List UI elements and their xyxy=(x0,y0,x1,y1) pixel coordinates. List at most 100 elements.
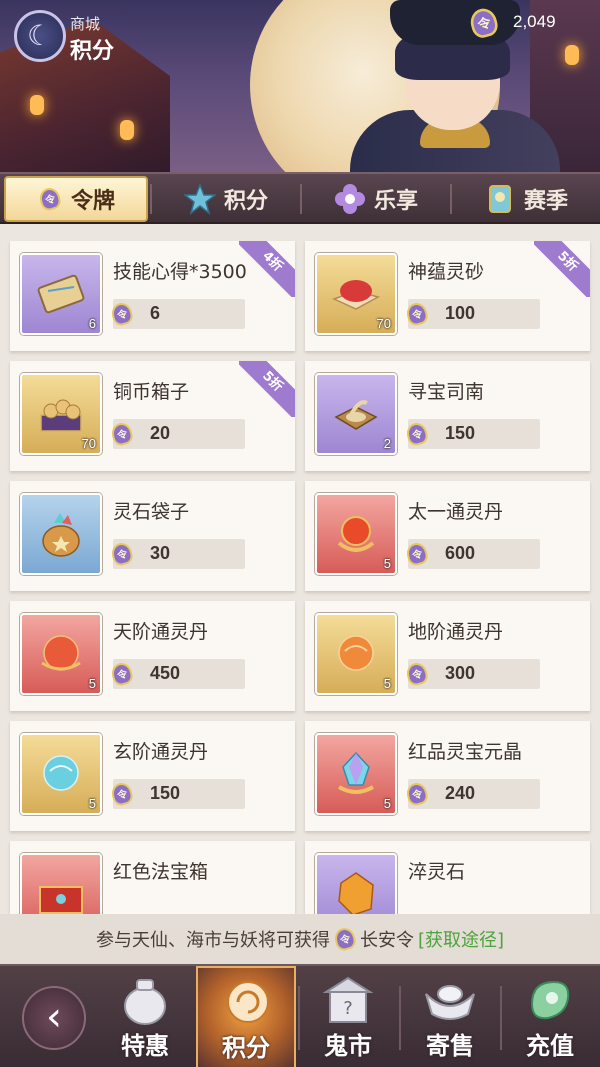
item-grid: 6 技能心得*3500 令 6 4折 70 神蕴灵砂 令 100 5折 70 铜… xyxy=(0,224,600,914)
item-card[interactable]: 5 红品灵宝元晶 令 240 xyxy=(305,721,590,831)
token-icon: 令 xyxy=(404,540,430,568)
price-bar: 令 600 xyxy=(404,539,540,569)
item-card[interactable]: 5 玄阶通灵丹 令 150 xyxy=(10,721,295,831)
tab-season[interactable]: 赛季 xyxy=(454,176,598,222)
token-icon: 令 xyxy=(37,185,63,213)
discount-ribbon: 5折 xyxy=(534,241,590,297)
item-card[interactable]: 5 太一通灵丹 令 600 xyxy=(305,481,590,591)
token-icon: 令 xyxy=(109,780,135,808)
item-name: 淬灵石 xyxy=(408,861,466,883)
nav-label: 鬼市 xyxy=(324,1032,372,1060)
token-currency-icon: 令 xyxy=(467,5,501,41)
item-quantity: 70 xyxy=(376,316,391,331)
price-bar: 令 450 xyxy=(109,659,245,689)
swirl-icon xyxy=(227,981,269,1023)
nav-item-deals[interactable]: 特惠 xyxy=(95,966,195,1067)
item-name: 寻宝司南 xyxy=(408,381,485,403)
amber-stone-icon xyxy=(338,872,374,914)
token-icon: 令 xyxy=(404,420,430,448)
gem-bag-icon xyxy=(42,513,80,557)
money-bag-icon xyxy=(124,979,166,1025)
token-icon: 令 xyxy=(404,660,430,688)
item-price: 150 xyxy=(150,783,181,803)
tab-points[interactable]: 积分 xyxy=(154,176,298,222)
item-thumbnail xyxy=(315,853,397,914)
item-thumbnail: 6 xyxy=(20,253,102,335)
discount-ribbon: 5折 xyxy=(239,361,295,417)
item-card[interactable]: 红色法宝箱 xyxy=(10,841,295,914)
nav-item-recharge[interactable]: 充值 xyxy=(500,966,600,1067)
item-quantity: 5 xyxy=(88,676,96,691)
token-icon: 令 xyxy=(109,420,135,448)
item-card[interactable]: 70 铜币箱子 令 20 5折 xyxy=(10,361,295,471)
scroll-map-icon xyxy=(37,274,85,314)
bottom-navigation: ‹ 特惠 积分 ? 鬼市 寄售 充值 xyxy=(0,964,600,1067)
lantern-art xyxy=(30,95,44,115)
header-subtitle: 商城 xyxy=(70,15,101,33)
item-price: 30 xyxy=(150,543,171,563)
coin-chest-icon xyxy=(40,399,82,432)
token-icon: 令 xyxy=(109,660,135,688)
price-bar: 令 30 xyxy=(109,539,245,569)
item-quantity: 6 xyxy=(88,316,96,331)
jade-icon xyxy=(530,980,570,1020)
token-icon: 令 xyxy=(332,925,358,953)
gold-ingot-icon xyxy=(425,985,475,1020)
nav-item-ghost-market[interactable]: ? 鬼市 xyxy=(298,966,398,1067)
item-card[interactable]: 6 技能心得*3500 令 6 4折 xyxy=(10,241,295,351)
item-thumbnail: 70 xyxy=(20,373,102,455)
item-name: 太一通灵丹 xyxy=(408,501,504,523)
item-thumbnail xyxy=(20,493,102,575)
price-bar: 令 240 xyxy=(404,779,540,809)
page-title: 积分 xyxy=(70,39,115,64)
tab-label: 乐享 xyxy=(373,189,418,214)
item-card[interactable]: 70 神蕴灵砂 令 100 5折 xyxy=(305,241,590,351)
item-name: 铜币箱子 xyxy=(113,381,190,403)
item-card[interactable]: 2 寻宝司南 令 150 xyxy=(305,361,590,471)
item-price: 240 xyxy=(445,783,476,803)
item-card[interactable]: 淬灵石 xyxy=(305,841,590,914)
token-icon: 令 xyxy=(404,300,430,328)
token-icon: 令 xyxy=(109,300,135,328)
item-quantity: 5 xyxy=(383,796,391,811)
lantern-art xyxy=(120,120,134,140)
back-arrow-icon: ‹ xyxy=(46,994,62,1040)
svg-text:?: ? xyxy=(343,998,353,1019)
item-card[interactable]: 灵石袋子 令 30 xyxy=(10,481,295,591)
tab-enjoy[interactable]: 乐享 xyxy=(304,176,448,222)
back-button[interactable]: ‹ xyxy=(22,986,86,1050)
ghost-market-icon: ? xyxy=(322,976,374,1023)
star-icon xyxy=(182,182,218,215)
tab-divider xyxy=(150,184,152,214)
nav-label: 积分 xyxy=(222,1034,270,1062)
item-thumbnail: 2 xyxy=(315,373,397,455)
currency-balance: 2,049 xyxy=(513,12,556,31)
currency-name: 长安令 xyxy=(359,930,414,951)
item-price: 300 xyxy=(445,663,476,683)
item-name: 神蕴灵砂 xyxy=(408,261,485,283)
acquire-info-strip: 参与天仙、海市与妖将可获得 令 长安令 [获取途径] xyxy=(0,914,600,964)
acquire-link[interactable]: [获取途径] xyxy=(418,926,504,952)
item-name: 天阶通灵丹 xyxy=(113,621,209,643)
item-quantity: 5 xyxy=(383,676,391,691)
price-bar: 令 150 xyxy=(404,419,540,449)
tab-token[interactable]: 令 令牌 xyxy=(4,176,148,222)
price-bar: 令 6 xyxy=(109,299,245,329)
red-pill-icon xyxy=(337,516,375,552)
crystal-icon xyxy=(337,751,375,794)
item-card[interactable]: 5 天阶通灵丹 令 450 xyxy=(10,601,295,711)
item-price: 150 xyxy=(445,423,476,443)
item-quantity: 5 xyxy=(383,556,391,571)
item-quantity: 5 xyxy=(88,796,96,811)
price-bar: 令 20 xyxy=(109,419,245,449)
nav-item-points[interactable]: 积分 xyxy=(196,966,296,1067)
nav-item-consign[interactable]: 寄售 xyxy=(400,966,500,1067)
tab-label: 令牌 xyxy=(70,189,115,214)
nav-label: 寄售 xyxy=(426,1032,474,1060)
item-card[interactable]: 5 地阶通灵丹 令 300 xyxy=(305,601,590,711)
item-name: 玄阶通灵丹 xyxy=(113,741,209,763)
item-quantity: 70 xyxy=(81,436,96,451)
compass-icon xyxy=(334,400,378,430)
item-thumbnail xyxy=(20,853,102,914)
red-sand-icon xyxy=(332,280,380,310)
